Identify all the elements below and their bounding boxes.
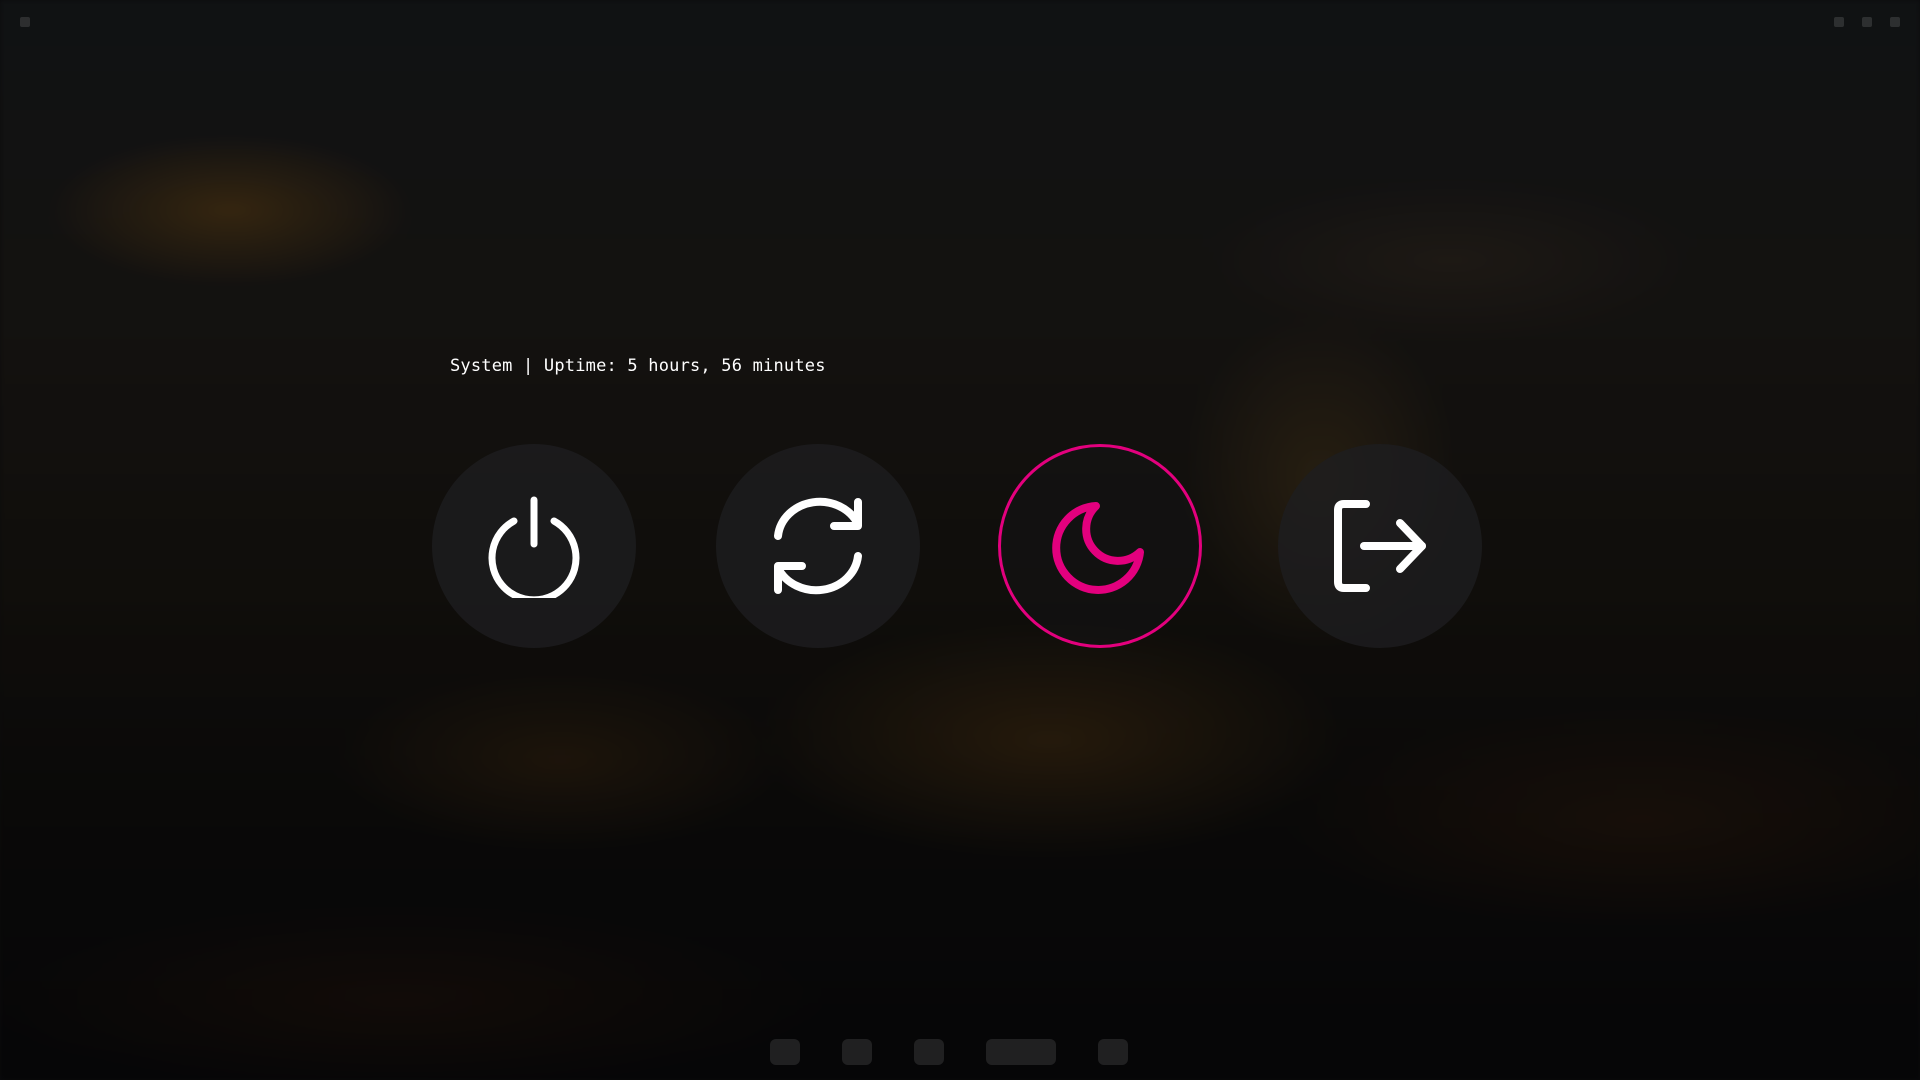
power-icon xyxy=(488,496,580,598)
shutdown-button[interactable] xyxy=(432,444,636,648)
logout-icon xyxy=(1334,500,1426,592)
power-menu: System | Uptime: 5 hours, 56 minutes xyxy=(0,0,1920,1080)
logout-button[interactable] xyxy=(1278,444,1482,648)
suspend-button[interactable] xyxy=(998,444,1202,648)
menu-prompt: System | Uptime: 5 hours, 56 minutes xyxy=(450,356,826,376)
reboot-button[interactable] xyxy=(716,444,920,648)
suspend-moon-icon xyxy=(1052,502,1144,594)
reboot-icon xyxy=(774,497,862,595)
